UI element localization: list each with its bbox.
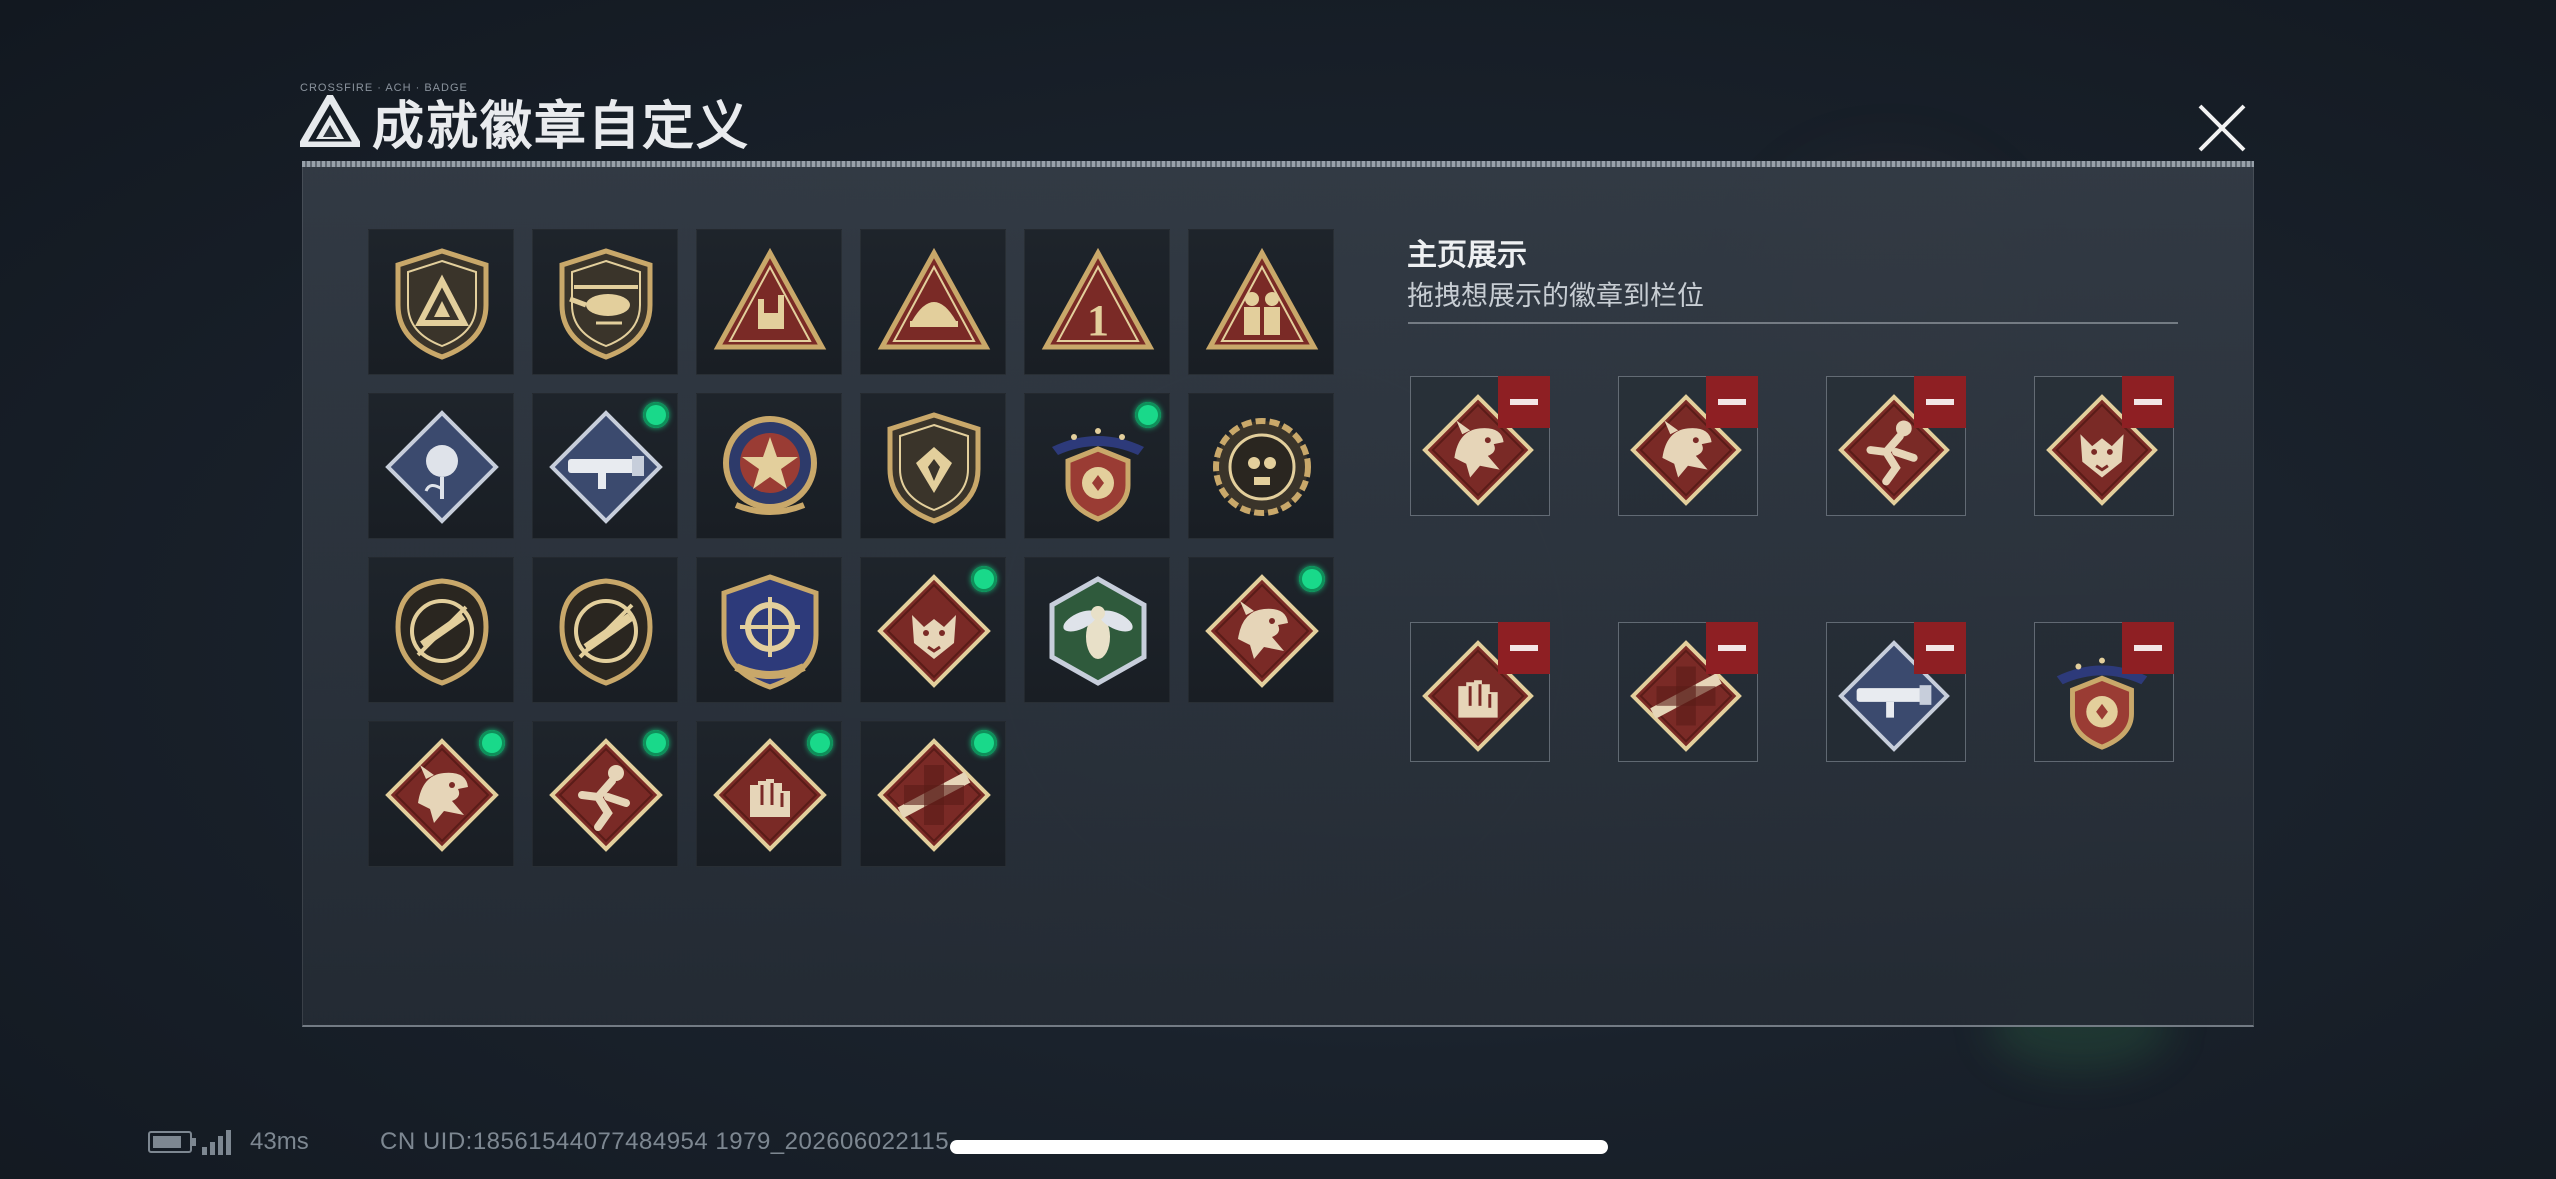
owned-badge-cell[interactable]	[1024, 393, 1170, 539]
new-indicator-dot	[643, 402, 669, 428]
owned-badge-cell[interactable]	[696, 393, 842, 539]
assault-rifle-shield-badge-icon	[395, 578, 489, 686]
rose-badge-icon	[385, 410, 499, 524]
owned-badge-cell[interactable]	[368, 229, 514, 375]
close-icon[interactable]	[2192, 98, 2252, 158]
minus-icon	[1718, 645, 1746, 651]
minus-icon	[1510, 645, 1538, 651]
new-indicator-dot	[807, 730, 833, 756]
homepage-badge-slot[interactable]	[1826, 622, 1966, 762]
svg-text:1: 1	[1087, 296, 1109, 345]
minus-icon	[2134, 645, 2162, 651]
remove-badge-button[interactable]	[1914, 376, 1966, 428]
game-logo-icon	[300, 95, 360, 147]
minus-icon	[1510, 399, 1538, 405]
owned-badge-cell[interactable]	[1188, 229, 1334, 375]
minus-icon	[1926, 399, 1954, 405]
owned-badge-cell[interactable]	[1188, 557, 1334, 703]
helicopter-badge-icon	[559, 248, 653, 360]
homepage-badge-slot[interactable]	[2034, 376, 2174, 516]
remove-badge-button[interactable]	[1498, 622, 1550, 674]
minus-icon	[1718, 399, 1746, 405]
minus-icon	[1926, 645, 1954, 651]
shield-logo-badge-icon	[395, 248, 489, 360]
owned-badge-cell[interactable]	[1024, 557, 1170, 703]
remove-badge-button[interactable]	[2122, 376, 2174, 428]
remove-badge-button[interactable]	[1498, 376, 1550, 428]
owned-badge-cell[interactable]	[696, 557, 842, 703]
owned-badge-cell[interactable]	[532, 721, 678, 867]
new-indicator-dot	[971, 566, 997, 592]
user-uid: CN UID:18561544077484954 1979_2026060221…	[380, 1128, 950, 1155]
remove-badge-button[interactable]	[1914, 622, 1966, 674]
signal-icon	[202, 1129, 234, 1155]
homepage-badge-slot[interactable]	[1410, 376, 1550, 516]
homepage-divider	[1408, 322, 2178, 324]
wasp-hexagon-badge-icon	[1049, 576, 1147, 686]
owned-badge-cell[interactable]: 1	[1024, 229, 1170, 375]
dialog-title: 成就徽章自定义	[372, 97, 751, 156]
owned-badge-cell[interactable]	[532, 557, 678, 703]
status-bar: 43ms	[148, 1128, 309, 1156]
star-medal-badge-icon	[723, 416, 817, 515]
guild-shield-badge-icon	[887, 412, 981, 524]
homepage-display-hint: 拖拽想展示的徽章到栏位	[1407, 281, 1704, 311]
new-indicator-dot	[479, 730, 505, 756]
helmet-triangle-badge-icon	[877, 247, 991, 350]
ping-value: 43ms	[250, 1128, 309, 1155]
remove-badge-button[interactable]	[2122, 622, 2174, 674]
new-indicator-dot	[1135, 402, 1161, 428]
homepage-badge-slot[interactable]	[1410, 622, 1550, 762]
owned-badge-cell[interactable]	[860, 721, 1006, 867]
owned-badge-cell[interactable]	[860, 229, 1006, 375]
skull-gear-badge-icon	[1213, 418, 1311, 516]
homepage-badge-slot[interactable]	[2034, 622, 2174, 762]
number-one-badge-icon: 1	[1041, 247, 1155, 350]
new-indicator-dot	[1299, 566, 1325, 592]
homepage-badge-slot[interactable]	[1618, 376, 1758, 516]
owned-badge-cell[interactable]	[368, 393, 514, 539]
owned-badge-cell[interactable]	[696, 229, 842, 375]
minus-icon	[2134, 399, 2162, 405]
owned-badge-cell[interactable]	[1188, 393, 1334, 539]
owned-badge-cell[interactable]	[860, 557, 1006, 703]
homepage-badge-slot[interactable]	[1618, 622, 1758, 762]
new-indicator-dot	[643, 730, 669, 756]
homepage-badge-slot[interactable]	[1826, 376, 1966, 516]
owned-badge-cell[interactable]	[860, 393, 1006, 539]
dialog-header: 成就徽章自定义	[300, 86, 750, 156]
soldiers-badge-icon	[1205, 247, 1319, 350]
owned-badge-cell[interactable]	[532, 229, 678, 375]
remove-badge-button[interactable]	[1706, 376, 1758, 428]
owned-badge-cell[interactable]	[368, 721, 514, 867]
homepage-display-title: 主页展示	[1407, 239, 1527, 272]
home-indicator[interactable]	[950, 1140, 1608, 1154]
remove-badge-button[interactable]	[1706, 622, 1758, 674]
assault-rifle-shield-badge-2-icon	[559, 578, 653, 686]
battery-icon	[148, 1131, 196, 1153]
owned-badge-cell[interactable]	[532, 393, 678, 539]
hang-loose-hand-badge-icon	[713, 247, 827, 350]
owned-badge-cell[interactable]	[696, 721, 842, 867]
crosshair-stars-badge-icon	[721, 574, 819, 690]
new-indicator-dot	[971, 730, 997, 756]
owned-badge-cell[interactable]	[368, 557, 514, 703]
